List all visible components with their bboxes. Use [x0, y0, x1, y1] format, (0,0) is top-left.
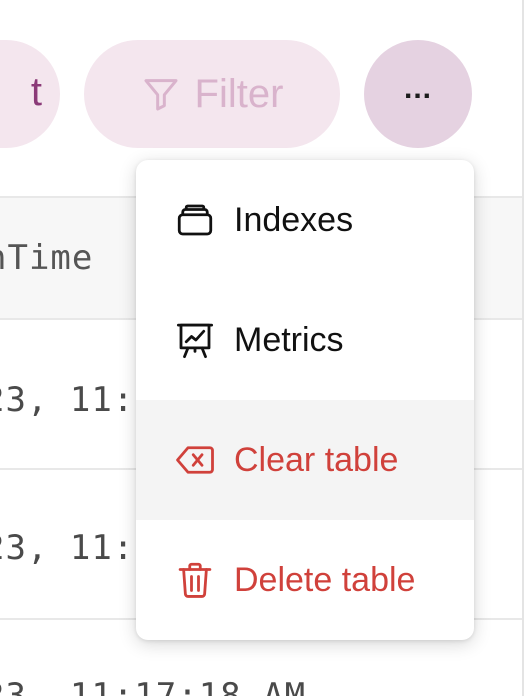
menu-item-indexes[interactable]: Indexes — [136, 160, 474, 280]
menu-item-label: Metrics — [234, 320, 344, 359]
table-cell: 23, 11: — [0, 528, 135, 568]
menu-item-label: Clear table — [234, 440, 399, 479]
filter-button[interactable]: Filter — [84, 40, 340, 148]
more-options-button[interactable]: ... — [364, 40, 472, 148]
table-cell: 23, 11: — [0, 380, 135, 420]
table-cell: 23, 11:17:18 AM — [0, 676, 307, 696]
filter-button-label: Filter — [194, 71, 284, 116]
ellipsis-icon: ... — [403, 72, 432, 105]
menu-item-label: Delete table — [234, 560, 416, 599]
menu-item-delete-table[interactable]: Delete table — [136, 520, 474, 640]
backspace-x-icon — [176, 446, 214, 474]
partial-toolbar-button[interactable]: t — [0, 40, 60, 148]
column-header: nTime — [0, 238, 94, 278]
partial-toolbar-button-label: t — [30, 70, 42, 114]
menu-item-clear-table[interactable]: Clear table — [136, 400, 474, 520]
menu-item-metrics[interactable]: Metrics — [136, 280, 474, 400]
screen: t Filter ... nTime 23, 11: 23, 11: 23, 1… — [0, 0, 524, 696]
presentation-chart-icon — [176, 323, 214, 359]
menu-item-label: Indexes — [234, 200, 354, 239]
trash-icon — [178, 562, 212, 598]
stack-icon — [177, 204, 213, 236]
more-options-menu: Indexes Metrics Clear table Delete table — [136, 160, 474, 640]
filter-icon — [144, 79, 178, 111]
